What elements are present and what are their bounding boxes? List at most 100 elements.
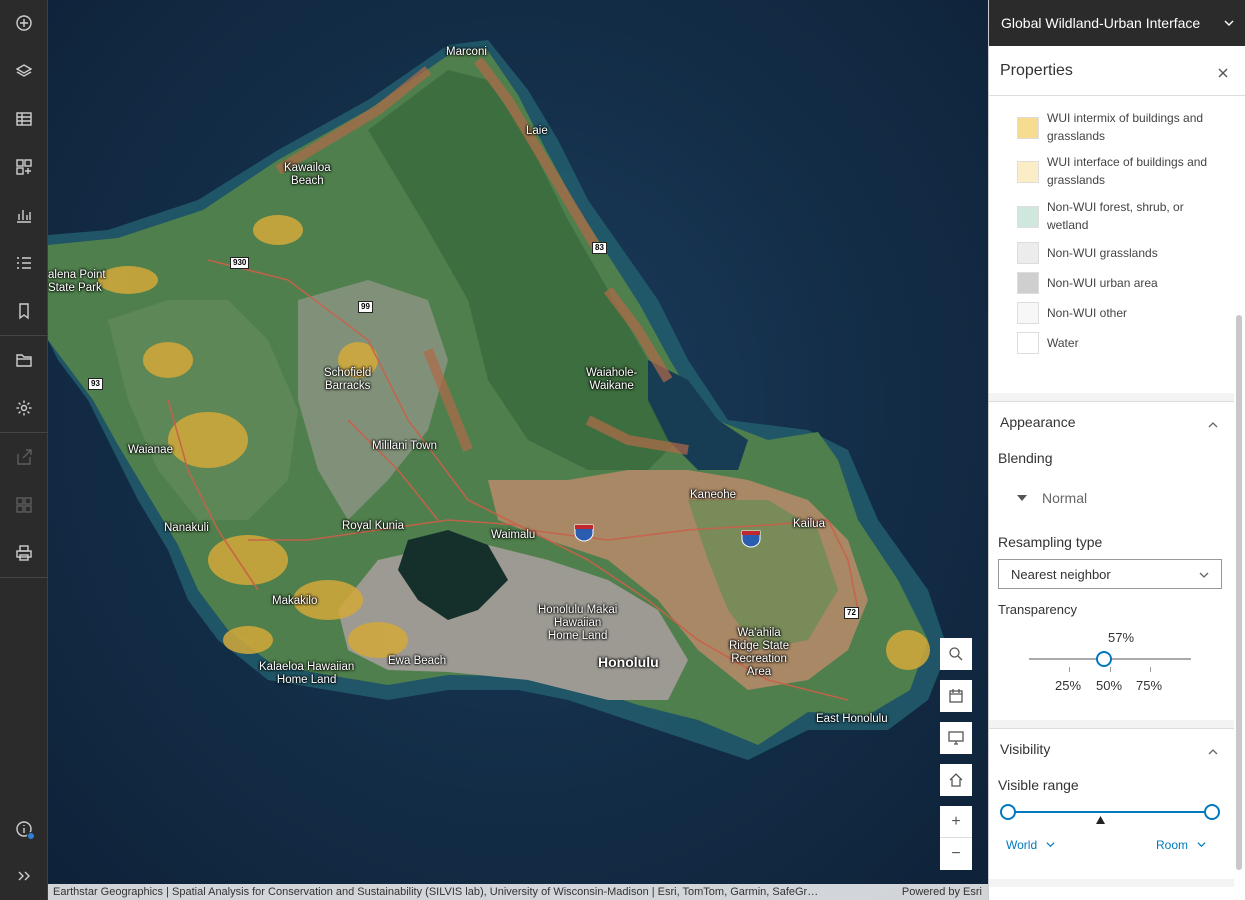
legend-swatch [1017,117,1039,139]
route-shield: 930 [230,257,250,269]
layer-selector[interactable]: Global Wildland-Urban Interface [989,0,1245,46]
powered-by-esri[interactable]: Powered by Esri [902,884,982,900]
legend-label: Non-WUI forest, shrub, or wetland [1047,200,1184,232]
place-label: East Honolulu [816,713,888,725]
search-button[interactable] [940,638,972,670]
widgets-button[interactable] [0,144,48,190]
print-button[interactable] [0,530,48,576]
place-label: Royal Kunia [342,520,405,532]
attribution-text: Earthstar Geographics | Spatial Analysis… [53,886,819,898]
blending-label: Blending [998,450,1053,466]
resampling-value: Nearest neighbor [1011,567,1111,582]
place-label: Kailua [793,518,825,530]
interstate-shield [574,524,594,542]
toolbar-divider [0,335,48,336]
folder-button[interactable] [0,337,48,383]
layer-title: Global Wildland-Urban Interface [1001,15,1201,31]
transparency-slider-thumb[interactable] [1096,651,1113,667]
blending-select[interactable]: Normal [1017,489,1157,509]
monitor-icon [948,731,964,745]
print-map-button[interactable] [940,680,972,712]
fullscreen-button[interactable] [940,722,972,754]
home-button[interactable] [940,764,972,796]
chevron-up-icon [1208,417,1218,428]
zoom-in-button[interactable]: + [940,806,972,838]
map-view[interactable]: Marconi Laie Kawailoa Beach alena Point … [48,0,988,900]
current-scale-marker [1096,816,1105,824]
slider-tick [1069,667,1070,672]
legend-label: Water [1047,336,1079,350]
place-label: Ewa Beach [388,655,447,667]
bookmark-button[interactable] [0,288,48,334]
place-label: Kaneohe [690,489,737,501]
tick-label: 75% [1136,678,1163,693]
section-divider [989,879,1234,887]
visibility-section-header[interactable]: Visibility [989,728,1234,768]
layers-button[interactable] [0,48,48,94]
close-icon [1218,68,1228,78]
table-icon [16,112,32,126]
legend-button[interactable] [0,240,48,286]
folder-icon [16,354,32,367]
legend-swatch [1017,161,1039,183]
properties-scroll-area[interactable]: WUI intermix of buildings and grasslands… [989,97,1234,900]
chart-button[interactable] [0,192,48,238]
panel-scrollbar[interactable] [1236,315,1242,870]
appearance-title: Appearance [1000,414,1076,430]
tick-label: 25% [1055,678,1082,693]
legend-swatch [1017,272,1039,294]
legend-swatch [1017,206,1039,228]
visible-range-label: Visible range [998,777,1079,793]
place-label: Wa'ahila Ridge State Recreation Area [729,627,790,678]
legend-item: WUI interface of buildings and grassland… [1017,153,1217,189]
route-shield: 83 [592,242,607,254]
settings-icon [16,400,32,416]
map-attribution: Earthstar Geographics | Spatial Analysis… [48,884,988,900]
place-label: Honolulu [598,654,659,670]
place-label: alena Point State Park [48,269,106,294]
section-divider [989,720,1234,728]
visible-range-max-thumb[interactable] [1204,804,1220,820]
chevron-down-icon [1046,842,1055,848]
appearance-section-header[interactable]: Appearance [989,401,1234,441]
legend-label: WUI intermix of buildings and grasslands [1047,111,1204,143]
chevron-up-icon [1208,744,1218,755]
zoom-out-button[interactable]: − [940,838,972,870]
resampling-select[interactable]: Nearest neighbor [998,559,1222,589]
legend-item: Water [1017,332,1217,356]
route-shield: 99 [358,301,373,313]
max-scale-label: Room [1156,838,1189,852]
expand-toolbar-button[interactable] [0,853,48,899]
visible-range-track[interactable] [1007,811,1212,813]
share-button[interactable] [0,434,48,480]
close-button[interactable] [1218,65,1230,78]
legend-item: WUI intermix of buildings and grasslands [1017,109,1217,145]
legend-item: Non-WUI other [1017,302,1217,326]
route-shield: 72 [844,607,859,619]
layers-icon [15,64,33,77]
print-icon [16,545,32,561]
add-button[interactable] [0,0,48,46]
chart-icon [17,210,31,223]
table-button[interactable] [0,96,48,142]
place-label: Kawailoa Beach [284,162,331,187]
place-label: Waiahole- Waikane [586,367,638,392]
grid-button[interactable] [0,482,48,528]
properties-header: Properties [989,46,1245,96]
info-button[interactable] [0,806,48,852]
slider-tick [1110,667,1111,672]
legend-swatch [1017,242,1039,264]
place-label: Kalaeloa Hawaiian Home Land [259,661,355,686]
max-scale-dropdown[interactable]: Room [1156,838,1206,852]
search-icon [949,647,963,661]
home-icon [949,773,963,787]
settings-button[interactable] [0,385,48,431]
min-scale-dropdown[interactable]: World [1006,838,1055,852]
visible-range-min-thumb[interactable] [1000,804,1016,820]
blending-value: Normal [1042,490,1088,506]
share-icon [17,449,32,465]
caret-down-icon [1017,495,1027,501]
legend-item: Non-WUI grasslands [1017,242,1217,266]
widgets-icon [16,159,32,175]
section-divider [989,393,1234,401]
